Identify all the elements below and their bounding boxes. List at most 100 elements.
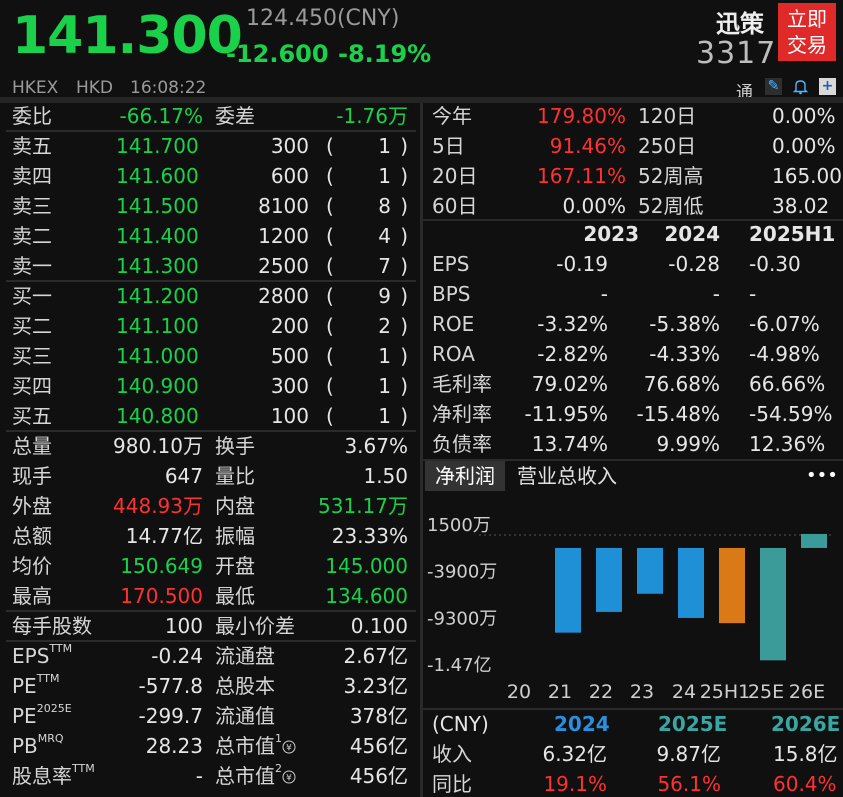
bid-row: 买四 140.900 300 (1) [12,371,408,401]
fin-ratio-label: 毛利率 [432,372,492,396]
paren-open: ( [326,404,334,428]
diff-value: -1.76万 [336,104,408,128]
edit-icon[interactable]: ✎ [765,78,782,95]
chart-xtick-label: 22 [589,681,613,703]
forecast-year-1: 2024 [554,712,610,736]
tick-size-value: 0.100 [350,614,408,638]
ask-volume: 1200 [258,224,309,248]
stat-value: 14.77亿 [125,524,203,548]
bid-order-count: 9 [378,284,391,308]
paren-open: ( [326,194,334,218]
fin-ratio-value: - [712,282,720,306]
fin-ratio-row: 毛利率 79.02% 76.68% 66.66% [432,369,843,399]
forecast-year-2: 2025E [658,712,728,736]
fin-ratio-value: - [600,282,608,306]
bid-price: 141.100 [116,314,199,338]
performance-label: 20日 [432,164,478,188]
tab-net-profit[interactable]: 净利润 [425,461,505,491]
chart-bar [801,533,827,548]
currency-circle-icon: ¥ [282,764,296,788]
paren-open: ( [326,224,334,248]
valuation-row: EPSTTM -0.24 流通盘 2.67亿 [12,641,408,671]
performance-label: 52周高 [638,164,704,188]
bid-volume: 300 [270,374,309,398]
chart-bar [719,547,745,624]
bid-order-count: 1 [378,374,391,398]
chart-xtick-label: 26E [789,681,825,703]
valuation-value: 456亿 [349,734,408,758]
performance-value: 167.11% [537,164,626,188]
fin-years-row: 2023 2024 2025H1 [432,219,843,249]
valuation-value: 28.23 [145,734,203,758]
valuation-label-text: PB [12,734,38,758]
fin-ratio-row: ROA -2.82% -4.33% -4.98% [432,339,843,369]
currency-circle-icon: ¥ [282,734,296,758]
chart-ytick-label: -1.47亿 [427,655,492,676]
fin-ratio-label: BPS [432,282,471,306]
chart-bar [555,547,581,633]
performance-value: 0.00% [772,104,836,128]
fin-year-1: 2023 [583,222,639,246]
stat-row: 最高 170.500 最低 134.600 [12,581,408,611]
paren-open: ( [326,284,334,308]
valuation-label: 总股本 [215,671,275,701]
valuation-value: 378亿 [349,704,408,728]
ask-order-count: 4 [378,224,391,248]
ask-volume: 300 [270,134,309,158]
svg-text:¥: ¥ [286,774,292,784]
stat-label: 量比 [215,464,255,488]
stat-value: 170.500 [120,584,203,608]
valuation-label-suffix: 2 [275,762,282,775]
fin-ratio-value: -2.82% [537,342,608,366]
valuation-value: 2.67亿 [343,644,408,668]
paren-close: ) [400,194,408,218]
bid-row: 买五 140.800 100 (1) [12,401,408,431]
fin-ratio-value: -11.95% [524,402,608,426]
chart-bar [760,547,786,661]
reference-price: 124.450(CNY) [246,6,400,31]
tab-total-revenue[interactable]: 营业总收入 [517,461,617,491]
bid-level-label: 买四 [12,374,52,398]
bid-row: 买三 141.000 500 (1) [12,341,408,371]
stat-label: 外盘 [12,494,52,518]
valuation-value: 3.23亿 [343,674,408,698]
bell-icon[interactable] [792,78,809,95]
valuation-label-text: PE [12,674,37,698]
fin-ratio-label: ROA [432,342,475,366]
forecast-row: 收入 6.32亿 9.87亿 15.8亿 [432,739,843,769]
stat-row: 均价 150.649 开盘 145.000 [12,551,408,581]
bid-volume: 2800 [258,284,309,308]
paren-open: ( [326,164,334,188]
lot-row: 每手股数 100 最小价差 0.100 [12,611,408,641]
valuation-value: 456亿 [349,764,408,788]
fin-ratio-row: BPS - - - [432,279,843,309]
bid-order-count: 2 [378,314,391,338]
price-change-pct: -8.19% [338,40,432,68]
valuation-label: PETTM [12,671,59,701]
bid-price: 140.800 [116,404,199,428]
valuation-value: - [195,764,203,788]
forecast-unit: (CNY) [432,712,489,736]
stat-label: 最高 [12,584,52,608]
fin-ratio-row: EPS -0.19 -0.28 -0.30 [432,249,843,279]
stock-code: 3317 [696,36,777,71]
trade-now-button[interactable]: 立即 交易 [778,3,836,61]
lot-size-value: 100 [164,614,203,638]
paren-close: ) [400,344,408,368]
stat-label: 最低 [215,584,255,608]
add-icon[interactable]: + [819,78,836,95]
paren-open: ( [326,344,334,368]
chart-ytick-label: 1500万 [427,515,491,536]
fin-ratio-value: -15.48% [636,402,720,426]
bid-level-label: 买二 [12,314,52,338]
ask-price: 141.500 [116,194,199,218]
performance-value: 179.80% [537,104,626,128]
bid-price: 141.000 [116,344,199,368]
chart-xtick-label: 23 [630,681,654,703]
forecast-year-3: 2026E [771,712,841,736]
bid-price: 140.900 [116,374,199,398]
valuation-row: PETTM -577.8 总股本 3.23亿 [12,671,408,701]
fin-ratio-value: 66.66% [749,372,826,396]
fin-ratio-value: - [749,282,757,306]
more-options-icon[interactable]: ••• [806,461,838,491]
